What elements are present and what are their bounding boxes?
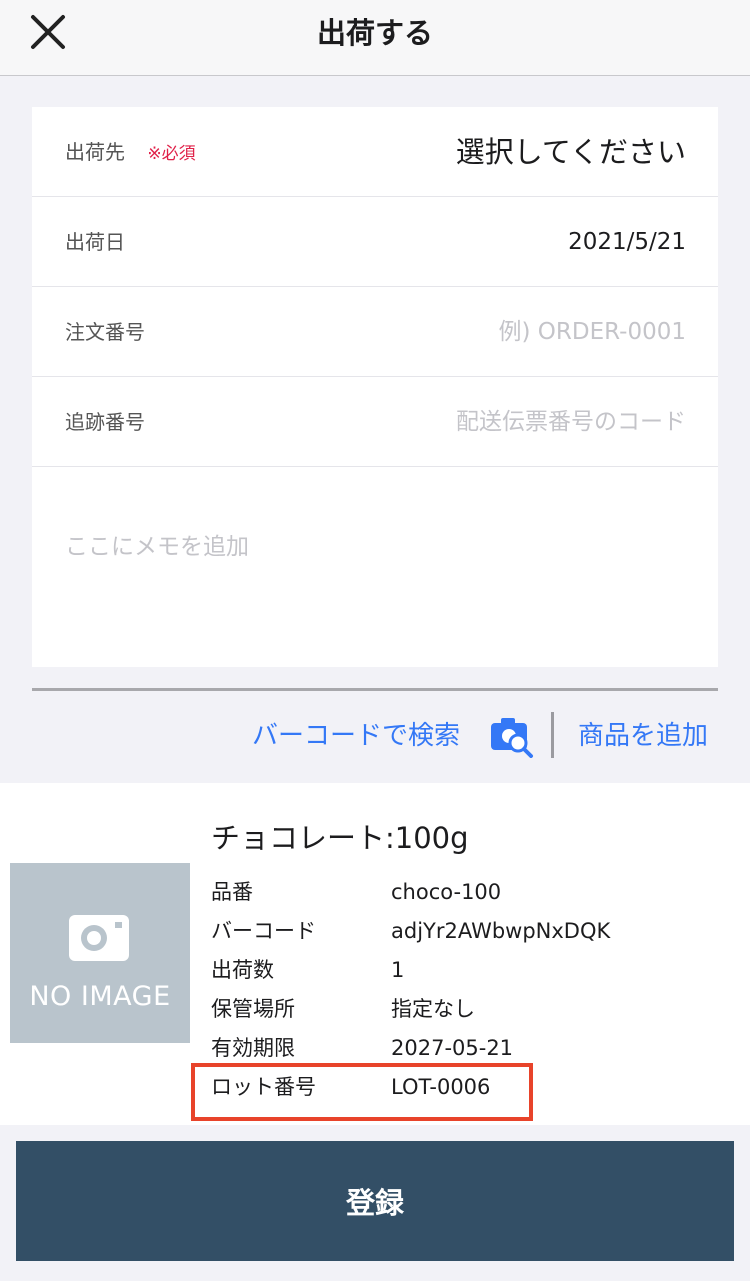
- destination-label: 出荷先: [65, 140, 125, 164]
- product-item: NO IMAGE チョコレート:100g 品番 choco-100 バーコード …: [0, 783, 750, 1125]
- order-number-row: 注文番号: [32, 287, 718, 377]
- ship-date-value[interactable]: 2021/5/21: [568, 197, 686, 287]
- destination-row[interactable]: 出荷先 ※必須 選択してください: [32, 107, 718, 197]
- product-actions: バーコードで検索 商品を追加: [0, 700, 750, 772]
- attr-product-code: 品番 choco-100: [211, 880, 502, 904]
- ship-date-label: 出荷日: [65, 230, 125, 254]
- order-number-input[interactable]: [326, 309, 686, 355]
- header: 出荷する: [0, 0, 750, 76]
- action-separator: [551, 712, 554, 758]
- product-name: チョコレート:100g: [211, 821, 469, 855]
- attr-location: 保管場所 指定なし: [211, 997, 475, 1021]
- shipment-form: 出荷先 ※必須 選択してください 出荷日 2021/5/21 注文番号 追跡番号: [32, 107, 718, 667]
- order-number-label: 注文番号: [65, 320, 145, 344]
- required-badge: ※必須: [147, 144, 196, 164]
- register-button[interactable]: 登録: [16, 1141, 734, 1261]
- page-title: 出荷する: [316, 16, 433, 50]
- destination-select[interactable]: 選択してください: [456, 107, 686, 197]
- attr-barcode: バーコード adjYr2AWbwpNxDQK: [211, 919, 611, 943]
- camera-search-icon[interactable]: [490, 716, 534, 758]
- attr-quantity: 出荷数 1: [211, 958, 405, 982]
- tracking-number-label: 追跡番号: [65, 410, 145, 434]
- memo-textarea[interactable]: [65, 487, 685, 637]
- tracking-number-input[interactable]: [326, 399, 686, 445]
- barcode-search-link[interactable]: バーコードで検索: [252, 700, 460, 772]
- tracking-number-row: 追跡番号: [32, 377, 718, 467]
- camera-icon: [69, 915, 129, 961]
- ship-date-row[interactable]: 出荷日 2021/5/21: [32, 197, 718, 287]
- add-product-link[interactable]: 商品を追加: [578, 700, 708, 772]
- divider: [32, 688, 718, 691]
- no-image-label: NO IMAGE: [29, 981, 171, 1012]
- lot-number-highlight: [191, 1063, 533, 1121]
- product-image: NO IMAGE: [10, 863, 190, 1043]
